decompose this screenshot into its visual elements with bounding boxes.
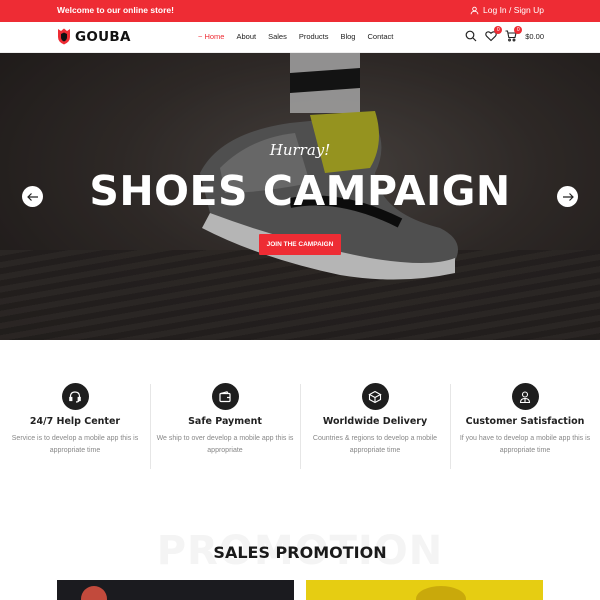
feature-description: If you have to develop a mobile app this…	[459, 435, 591, 454]
box-icon	[368, 390, 382, 403]
feature-icon-circle	[211, 383, 239, 410]
login-signup-label: Log In / Sign Up	[483, 5, 544, 15]
feature-icon-circle	[361, 383, 389, 410]
brand-name: GOUBA	[75, 28, 131, 45]
top-bar: Welcome to our online store! Log In / Si…	[0, 0, 600, 22]
feature-title: Worldwide Delivery	[322, 416, 428, 427]
feature-description: Countries & regions to develop a mobile …	[312, 435, 438, 454]
wallet-icon	[219, 390, 231, 402]
search-button[interactable]	[465, 30, 477, 42]
feature-title: Customer Satisfaction	[465, 416, 585, 427]
logo[interactable]: GOUBA	[57, 28, 131, 45]
promotion-card-yellow[interactable]	[306, 580, 543, 600]
headset-icon	[69, 390, 81, 403]
feature-help-center: 24/7 Help Center Service is to develop a…	[0, 383, 150, 469]
slider-prev-button[interactable]	[22, 186, 43, 207]
main-nav: ~ Home About Sales Products Blog Contact	[198, 32, 405, 41]
feature-description: We ship to over develop a mobile app thi…	[156, 435, 294, 454]
feature-worldwide-delivery: Worldwide Delivery Countries & regions t…	[300, 383, 450, 469]
promotion-card-product-image	[416, 586, 466, 600]
features-section: 24/7 Help Center Service is to develop a…	[0, 340, 600, 500]
main-header: GOUBA ~ Home About Sales Products Blog C…	[0, 22, 600, 53]
feature-safe-payment: Safe Payment We ship to over develop a m…	[150, 383, 300, 469]
search-icon	[465, 30, 477, 42]
join-campaign-button[interactable]: JOIN THE CAMPAIGN	[259, 234, 341, 255]
nav-blog[interactable]: Blog	[340, 32, 355, 41]
wishlist-count-badge: 0	[494, 26, 503, 34]
slider-next-button[interactable]	[557, 186, 578, 207]
cart-count-badge: 0	[514, 26, 523, 34]
nav-about[interactable]: About	[236, 32, 256, 41]
user-location-icon	[519, 390, 531, 403]
promotion-card-dark[interactable]	[57, 580, 294, 600]
header-icons: 0 0 $0.00	[465, 26, 544, 42]
hero-slider: Hurray! SHOES CAMPAIGN JOIN THE CAMPAIGN	[0, 53, 600, 340]
cart-button[interactable]: 0	[505, 26, 523, 42]
promotion-card-product-image	[81, 586, 107, 600]
hero-title: SHOES CAMPAIGN	[89, 167, 511, 215]
feature-icon-circle	[61, 383, 89, 410]
login-signup-link[interactable]: Log In / Sign Up	[470, 5, 544, 15]
wishlist-button[interactable]: 0	[485, 26, 503, 42]
feature-title: 24/7 Help Center	[29, 416, 121, 427]
welcome-text: Welcome to our online store!	[57, 5, 174, 15]
arrow-left-icon	[26, 192, 38, 201]
nav-sales[interactable]: Sales	[268, 32, 287, 41]
cart-total[interactable]: $0.00	[525, 32, 544, 41]
feature-icon-circle	[511, 383, 539, 410]
promotion-title: SALES PROMOTION	[213, 543, 387, 562]
nav-home[interactable]: ~ Home	[198, 32, 224, 41]
feature-description: Service is to develop a mobile app this …	[11, 435, 139, 454]
shield-logo-icon	[58, 28, 70, 45]
feature-customer-satisfaction: Customer Satisfaction If you have to dev…	[450, 383, 600, 469]
user-icon	[470, 6, 479, 14]
feature-title: Safe Payment	[188, 416, 262, 427]
arrow-right-icon	[562, 192, 574, 201]
nav-products[interactable]: Products	[299, 32, 329, 41]
hero-script-text: Hurray!	[269, 141, 331, 159]
sales-promotion-section: PROMOTION SALES PROMOTION	[0, 500, 600, 600]
nav-contact[interactable]: Contact	[367, 32, 393, 41]
